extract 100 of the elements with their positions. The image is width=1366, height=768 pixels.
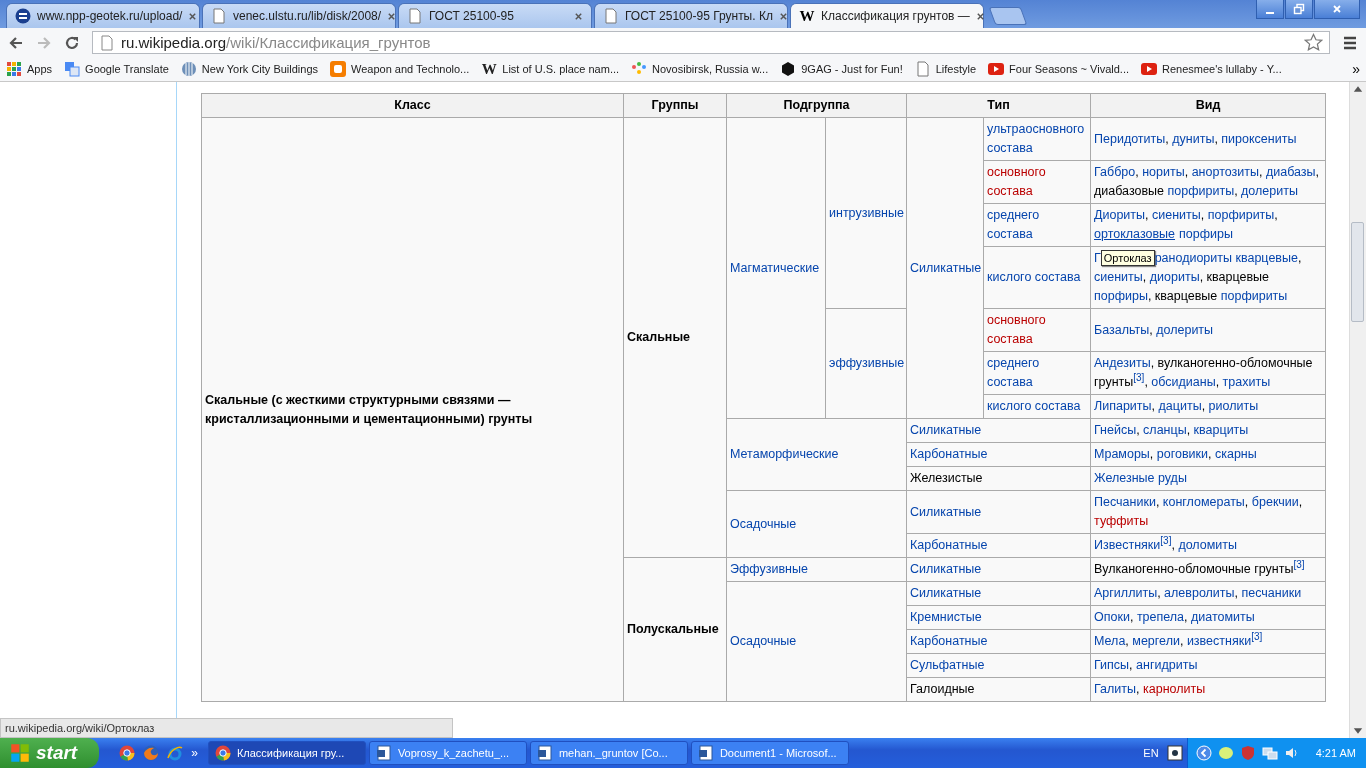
link[interactable]: среднего состава xyxy=(987,206,1087,244)
link[interactable]: порфиры xyxy=(1179,227,1233,241)
language-indicator[interactable]: EN xyxy=(1143,747,1159,759)
link[interactable]: Железные руды xyxy=(1094,469,1322,488)
link[interactable]: кварциты xyxy=(1193,423,1249,437)
bookmark[interactable]: Renesmee's lullaby - Y... xyxy=(1141,61,1282,77)
chevron-icon[interactable] xyxy=(1195,745,1212,761)
link[interactable]: пироксениты xyxy=(1221,131,1297,146)
link[interactable]: Карбонатные xyxy=(910,445,1087,464)
link[interactable]: скарны xyxy=(1214,447,1257,461)
link[interactable]: основного состава xyxy=(987,163,1087,201)
scroll-thumb[interactable] xyxy=(1351,222,1364,322)
browser-tab[interactable]: W Классификация грунтов — xyxy=(790,3,984,28)
link[interactable]: Силикатные xyxy=(910,502,1087,522)
footnote-link[interactable]: [3] xyxy=(1160,534,1172,546)
link[interactable]: диатомиты xyxy=(1191,610,1255,624)
link[interactable]: Мраморы xyxy=(1094,447,1150,461)
link[interactable]: порфиры xyxy=(1094,289,1148,303)
link[interactable]: Магматические xyxy=(730,258,822,278)
link[interactable]: ультраосновного состава xyxy=(987,120,1087,158)
link[interactable]: Известняки xyxy=(1094,538,1161,552)
close-button[interactable] xyxy=(1314,0,1360,19)
link[interactable]: брекчии xyxy=(1251,495,1299,509)
link[interactable]: долериты xyxy=(1241,184,1298,198)
menu-icon[interactable] xyxy=(1342,34,1358,51)
link[interactable]: Гипсы xyxy=(1094,658,1130,672)
browser-tab[interactable]: ГОСТ 25100-95 xyxy=(398,3,592,28)
link[interactable]: песчаники xyxy=(1241,586,1302,600)
link[interactable]: ангидриты xyxy=(1136,658,1198,672)
link[interactable]: обсидианы xyxy=(1151,375,1216,389)
minimize-button[interactable] xyxy=(1256,0,1284,19)
link[interactable]: Песчаники xyxy=(1094,495,1156,509)
link[interactable]: Силикатные xyxy=(910,584,1087,603)
link[interactable]: кислого состава xyxy=(987,397,1087,416)
more-quick-launch[interactable]: » xyxy=(191,746,198,760)
vertical-scrollbar[interactable] xyxy=(1349,82,1366,738)
browser-tab[interactable]: ГОСТ 25100-95 Грунты. Кл xyxy=(594,3,788,28)
link[interactable]: риолиты xyxy=(1208,399,1259,413)
bookmark[interactable]: New York City Buildings xyxy=(180,61,319,77)
link[interactable]: доломиты xyxy=(1178,538,1238,552)
browser-tab[interactable]: venec.ulstu.ru/lib/disk/2008/ xyxy=(202,3,396,28)
bookmark[interactable]: Apps xyxy=(6,61,53,77)
link[interactable]: роговики xyxy=(1156,447,1208,461)
link[interactable]: сиениты xyxy=(1094,270,1143,284)
link[interactable]: нориты xyxy=(1142,165,1185,179)
link[interactable]: трахиты xyxy=(1222,375,1271,389)
bookmark[interactable]: Four Seasons ~ Vivald... xyxy=(988,61,1129,77)
reload-icon[interactable] xyxy=(64,34,80,51)
link[interactable]: Липариты xyxy=(1094,399,1152,413)
footnote-link[interactable]: [3] xyxy=(1133,371,1145,383)
footnote-link[interactable]: [3] xyxy=(1293,558,1305,570)
bookmark[interactable]: W List of U.S. place nam... xyxy=(481,61,620,77)
taskbar-button[interactable]: Классификация гру... xyxy=(207,741,366,765)
browser-tab[interactable]: www.npp-geotek.ru/upload/ xyxy=(6,3,200,28)
link[interactable]: сланцы xyxy=(1143,423,1187,437)
speaker-icon[interactable] xyxy=(1283,745,1300,761)
close-icon[interactable] xyxy=(188,11,198,21)
link[interactable]: известняки xyxy=(1186,634,1252,648)
link[interactable]: порфириты xyxy=(1220,289,1288,303)
link[interactable]: кислого состава xyxy=(987,268,1087,287)
link[interactable]: эффузивные xyxy=(829,354,903,373)
link[interactable]: диориты xyxy=(1149,270,1200,284)
bookmark[interactable]: Weapon and Technolo... xyxy=(330,61,470,77)
link[interactable]: диабазы xyxy=(1265,165,1316,179)
link[interactable]: ранодиориты кварцевые xyxy=(1154,251,1298,265)
link[interactable]: алевролиты xyxy=(1164,586,1235,600)
link[interactable]: интрузивные xyxy=(829,203,903,223)
link[interactable]: Силикатные xyxy=(910,421,1087,440)
link[interactable]: основного состава xyxy=(987,311,1087,349)
link[interactable]: Силикатные xyxy=(910,560,1087,579)
link[interactable]: Кремнистые xyxy=(910,608,1087,627)
taskbar-button[interactable]: Voprosy_k_zachetu_... xyxy=(368,741,527,765)
link[interactable]: анортозиты xyxy=(1191,165,1259,179)
link[interactable]: ортоклазовые xyxy=(1094,227,1175,241)
link[interactable]: туффиты xyxy=(1094,514,1149,528)
restore-button[interactable] xyxy=(1285,0,1313,19)
link[interactable]: Эффузивные xyxy=(730,560,903,579)
link[interactable]: Силикатные xyxy=(910,258,980,278)
close-icon[interactable] xyxy=(778,11,788,21)
link[interactable]: Карбонатные xyxy=(910,632,1087,651)
close-icon[interactable] xyxy=(975,11,985,21)
address-bar[interactable]: ru.wikipedia.org/wiki/Классификация_грунтов xyxy=(92,31,1330,54)
taskbar-button[interactable]: Document1 - Microsof... xyxy=(690,741,849,765)
link[interactable]: Карбонатные xyxy=(910,536,1087,555)
close-icon[interactable] xyxy=(574,11,583,21)
taskbar-button[interactable]: mehan._gruntov [Co... xyxy=(529,741,688,765)
link[interactable]: Метаморфические xyxy=(730,445,903,464)
link[interactable]: Г xyxy=(1094,251,1101,265)
link[interactable]: карнолиты xyxy=(1143,682,1206,696)
link[interactable]: Сульфатные xyxy=(910,656,1087,675)
link[interactable]: Осадочные xyxy=(730,632,903,651)
link[interactable]: Осадочные xyxy=(730,514,903,534)
more-bookmarks[interactable]: » xyxy=(1352,61,1360,77)
link[interactable]: Андезиты xyxy=(1094,356,1151,370)
link[interactable]: дациты xyxy=(1158,399,1202,413)
star-icon[interactable] xyxy=(1304,33,1323,52)
link[interactable]: долериты xyxy=(1156,322,1214,337)
close-icon[interactable] xyxy=(387,11,397,21)
link[interactable]: сиениты xyxy=(1152,208,1201,222)
bookmark[interactable]: Novosibirsk, Russia w... xyxy=(631,61,769,77)
